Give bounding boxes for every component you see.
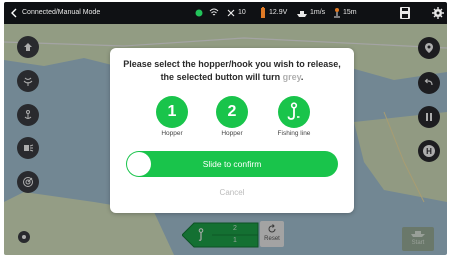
voltage-value: 12.9V (269, 9, 288, 16)
status-bar: Connected/Manual Mode 10 12.9V 1m/s 15m (4, 2, 447, 24)
app-screen: H 2 1 Reset Start Connected/Manual Mode … (4, 2, 447, 255)
gear-icon[interactable] (432, 2, 444, 24)
hopper-2-number: 2 (227, 103, 237, 120)
hook-icon (287, 102, 300, 120)
hopper-1-number: 1 (167, 103, 177, 120)
boat-speed-icon (297, 11, 307, 17)
save-icon[interactable] (399, 2, 411, 24)
release-dialog: Please select the hopper/hook you wish t… (110, 48, 354, 213)
back-icon[interactable] (10, 2, 18, 24)
distance-value: 15m (343, 9, 357, 16)
dialog-message-text: Please select the hopper/hook you wish t… (123, 59, 341, 82)
satellite-icon (227, 9, 235, 17)
slide-to-confirm-label: Slide to confirm (202, 159, 262, 169)
mode-label: Connected/Manual Mode (22, 9, 101, 16)
dialog-message: Please select the hopper/hook you wish t… (120, 58, 344, 84)
satellite-count: 10 (238, 9, 246, 16)
wifi-icon (209, 8, 219, 16)
dialog-message-end: . (300, 72, 304, 82)
battery-icon (261, 7, 265, 18)
speed-value: 1m/s (310, 9, 326, 16)
hopper-1-label: Hopper (161, 130, 183, 137)
dialog-message-grey-word: grey (282, 72, 301, 82)
gps-status-icon (195, 9, 203, 17)
slide-to-confirm[interactable]: Slide to confirm (126, 151, 338, 177)
hopper-2-button[interactable]: 2 (216, 96, 248, 128)
slider-knob[interactable] (127, 152, 151, 176)
cancel-button[interactable]: Cancel (110, 188, 354, 197)
distance-icon (334, 8, 340, 18)
fishing-line-button[interactable] (278, 96, 310, 128)
hopper-2-label: Hopper (221, 130, 243, 137)
hopper-1-button[interactable]: 1 (156, 96, 188, 128)
fishing-line-label: Fishing line (277, 130, 311, 137)
